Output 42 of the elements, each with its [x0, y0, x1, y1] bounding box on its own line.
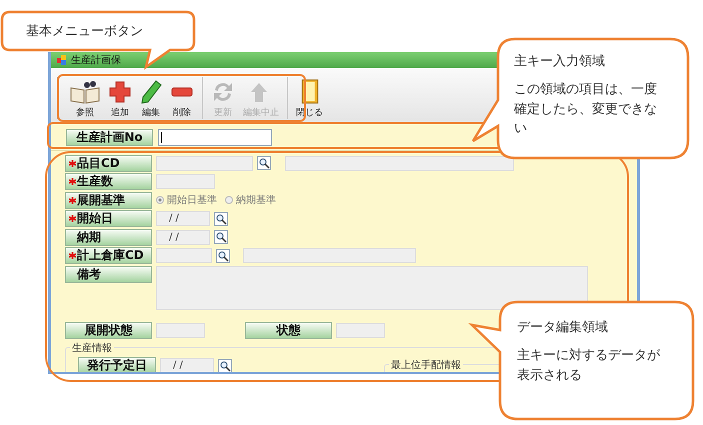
field-label: 計上倉庫CD: [65, 247, 152, 264]
field-label: 品目CD: [65, 154, 152, 172]
field-label: 備考: [65, 266, 152, 283]
group-title: 最上位手配情報: [389, 358, 463, 372]
callout-title: 基本メニューボタン: [26, 23, 143, 40]
callout-text: この領域の項目は、一度確定したら、変更できない: [514, 81, 658, 138]
date-field[interactable]: / /: [160, 358, 214, 372]
field-label: 開始日: [65, 210, 152, 228]
toolbar-button[interactable]: 参照: [67, 79, 103, 119]
search-icon[interactable]: [218, 358, 232, 372]
toolbar-button[interactable]: 削除: [167, 79, 197, 119]
field-label: 生産数: [65, 173, 152, 190]
callout-title: データ編集領域: [517, 319, 609, 336]
memo-field[interactable]: [156, 266, 588, 310]
status-field: [336, 322, 385, 338]
window-title: 生産計画保: [71, 54, 121, 67]
search-icon[interactable]: [214, 230, 228, 244]
search-icon[interactable]: [257, 156, 271, 170]
toolbar-button[interactable]: 追加: [105, 79, 135, 119]
callout-title: 主キー入力領域: [514, 53, 606, 70]
input-field[interactable]: [158, 128, 272, 146]
date-field[interactable]: / /: [156, 211, 210, 226]
refresh-icon: [211, 80, 235, 104]
radio-option[interactable]: 開始日基準: [156, 193, 217, 208]
field-label: 納期: [65, 228, 152, 246]
field-label: 発行予定日: [78, 357, 156, 372]
search-icon[interactable]: [214, 212, 228, 226]
search-icon[interactable]: [216, 248, 230, 263]
field-label: 生産計画No: [66, 128, 153, 146]
field-label: 状態: [245, 322, 332, 339]
radio-option[interactable]: 納期基準: [225, 193, 276, 208]
field-label: 展開状態: [65, 322, 152, 339]
date-field[interactable]: / /: [156, 230, 210, 245]
plus-icon: [108, 80, 132, 104]
app-icon: [57, 55, 67, 65]
book-icon: [70, 80, 100, 104]
status-field: [156, 322, 205, 338]
group-title: 生産情報: [70, 340, 114, 354]
toolbar-button[interactable]: 編集: [137, 79, 165, 119]
callout-text: 主キーに対するデータが表示される: [517, 347, 661, 384]
field-label: 展開基準: [65, 192, 152, 209]
pencil-icon: [140, 80, 162, 104]
